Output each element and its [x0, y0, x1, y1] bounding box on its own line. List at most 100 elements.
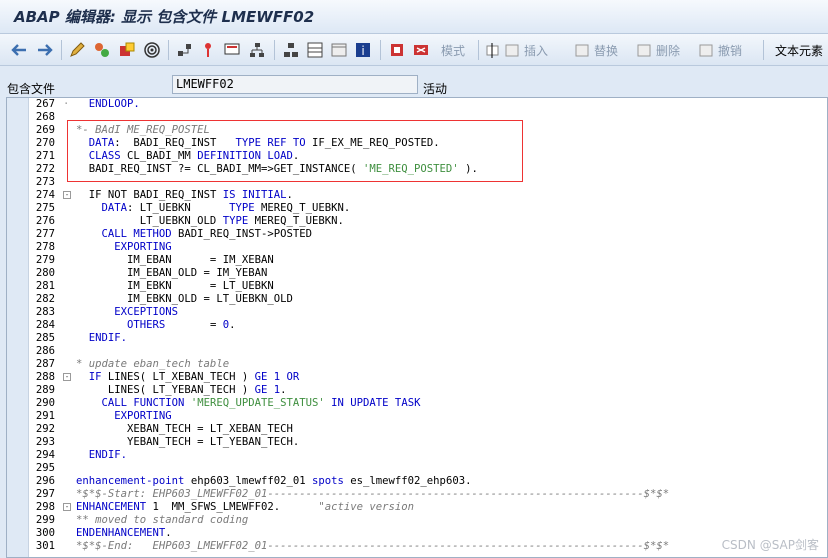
line-number: 291 — [35, 410, 55, 422]
code-line[interactable]: 282 IM_EBKN_OLD = LT_UEBKN_OLD — [29, 293, 827, 306]
code-line[interactable]: 289 LINES( LT_YEBAN_TECH ) GE 1. — [29, 384, 827, 397]
code-line[interactable]: 280 IM_EBAN_OLD = IM_YEBAN — [29, 267, 827, 280]
code-token: : LT_UEBKN — [127, 202, 230, 214]
code-token: CALL METHOD — [76, 228, 172, 240]
code-line[interactable]: 291 EXPORTING — [29, 410, 827, 423]
code-token: IS INITIAL — [222, 189, 287, 201]
code-text: ENDLOOP. — [76, 98, 140, 111]
delete-button[interactable]: 删除 — [637, 41, 680, 59]
code-line[interactable]: 299 ** moved to standard coding — [29, 514, 827, 527]
code-token: . — [165, 527, 172, 539]
code-line[interactable]: 287 * update eban_tech table — [29, 358, 827, 371]
line-number: 278 — [35, 241, 55, 253]
code-editor[interactable]: 267 · ENDLOOP. 268 269 *- BAdI ME_REQ_POSTEL… — [6, 97, 828, 558]
activate-icon[interactable] — [118, 41, 136, 59]
code-line[interactable]: 276 LT_UEBKN_OLD TYPE MEREQ_T_UEBKN. — [29, 215, 827, 228]
line-number: 269 — [35, 124, 55, 136]
insert-icon — [505, 44, 519, 56]
code-line[interactable]: 300 ENDENHANCEMENT. — [29, 527, 827, 540]
code-line[interactable]: 288- IF LINES( LT_XEBAN_TECH ) GE 1 OR — [29, 371, 827, 384]
code-line[interactable]: 286 — [29, 345, 827, 358]
layout-icon[interactable] — [306, 41, 324, 59]
line-number: 281 — [35, 280, 55, 292]
collapse-block-icon[interactable]: - — [63, 373, 71, 381]
block-guide-icon: · — [63, 98, 70, 110]
code-line[interactable]: 292 XEBAN_TECH = LT_XEBAN_TECH — [29, 423, 827, 436]
undo-icon — [699, 44, 713, 56]
code-token: EXPORTING — [76, 241, 172, 253]
code-token: ENDIF. — [76, 449, 128, 461]
edit-pencil-icon[interactable] — [68, 41, 86, 59]
code-line[interactable]: 274- IF NOT BADI_REQ_INST IS INITIAL. — [29, 189, 827, 202]
code-line[interactable]: 283 EXCEPTIONS — [29, 306, 827, 319]
code-line[interactable]: 296 enhancement-point ehp603_lmewff02_01 … — [29, 475, 827, 488]
code-line[interactable]: 267 · ENDLOOP. — [29, 98, 827, 111]
code-text: IM_EBAN_OLD = IM_YEBAN — [76, 267, 267, 280]
replace-button[interactable]: 替换 — [575, 41, 618, 59]
line-number: 284 — [35, 319, 55, 331]
display-object-icon[interactable] — [223, 41, 241, 59]
where-used-icon[interactable] — [176, 41, 194, 59]
code-token: DATA — [76, 202, 128, 214]
code-token: . — [229, 319, 236, 331]
insert-button[interactable]: 插入 — [486, 41, 548, 59]
line-number: 270 — [35, 137, 55, 149]
code-line[interactable]: 297 *$*$-Start: EHP603_LMEWFF02_01-------… — [29, 488, 827, 501]
collapse-block-icon[interactable]: - — [63, 503, 71, 511]
forward-arrow-icon[interactable] — [36, 41, 54, 59]
back-arrow-icon[interactable] — [10, 41, 28, 59]
line-number: 274 — [35, 189, 55, 201]
pattern-button[interactable]: 模式 — [441, 41, 465, 59]
include-name-field[interactable]: LMEWFF02 — [172, 75, 418, 94]
line-number: 273 — [35, 176, 55, 188]
test-target-icon[interactable] — [143, 41, 161, 59]
cut-icon[interactable] — [412, 41, 430, 59]
code-line[interactable]: 293 YEBAN_TECH = LT_YEBAN_TECH. — [29, 436, 827, 449]
code-line[interactable]: 301 *$*$-End: EHP603_LMEWFF02_01---------… — [29, 540, 827, 553]
include-field-row: 包含文件 LMEWFF02 活动 — [0, 67, 828, 99]
line-number: 279 — [35, 254, 55, 266]
code-text: IM_EBKN_OLD = LT_UEBKN_OLD — [76, 293, 293, 306]
line-number: 294 — [35, 449, 55, 461]
code-token: . — [286, 189, 293, 201]
check-syntax-icon[interactable] — [93, 41, 111, 59]
code-token: ehp603_lmewff02_01 — [184, 475, 312, 487]
code-line[interactable]: 290 CALL FUNCTION 'MEREQ_UPDATE_STATUS' … — [29, 397, 827, 410]
code-line[interactable]: 278 EXPORTING — [29, 241, 827, 254]
code-line[interactable]: 285 ENDIF. — [29, 332, 827, 345]
replace-label: 替换 — [594, 43, 619, 58]
code-token: ENHANCEMENT — [76, 501, 147, 513]
code-line[interactable]: 295 — [29, 462, 827, 475]
code-line[interactable]: 279 IM_EBAN = IM_XEBAN — [29, 254, 827, 267]
line-number: 287 — [35, 358, 55, 370]
line-number: 271 — [35, 150, 55, 162]
code-token: XEBAN_TECH = LT_XEBAN_TECH — [76, 423, 293, 435]
hierarchy-icon[interactable] — [248, 41, 266, 59]
pretty-printer-icon[interactable] — [388, 41, 406, 59]
code-token: LINES( LT_XEBAN_TECH ) — [101, 371, 255, 383]
pin-icon[interactable] — [201, 41, 215, 59]
code-text: EXPORTING — [76, 410, 171, 423]
code-line[interactable]: 281 IM_EBKN = LT_UEBKN — [29, 280, 827, 293]
code-line[interactable]: 284 OTHERS = 0. — [29, 319, 827, 332]
window-icon[interactable] — [330, 41, 348, 59]
editor-gutter — [7, 98, 29, 557]
code-token: TYPE — [229, 202, 255, 214]
code-line[interactable]: 298- ENHANCEMENT 1 MM_SFWS_LMEWFF02. "act… — [29, 501, 827, 514]
code-text: IF LINES( LT_XEBAN_TECH ) GE 1 OR — [76, 371, 300, 384]
status-text: 活动 — [423, 82, 448, 96]
code-line[interactable]: 275 DATA: LT_UEBKN TYPE MEREQ_T_UEBKN. — [29, 202, 827, 215]
collapse-block-icon[interactable]: - — [63, 191, 71, 199]
line-number: 275 — [35, 202, 55, 214]
code-token: EXCEPTIONS — [76, 306, 179, 318]
code-line[interactable]: 294 ENDIF. — [29, 449, 827, 462]
undo-button[interactable]: 撤销 — [699, 41, 742, 59]
code-line[interactable]: 277 CALL METHOD BADI_REQ_INST->POSTED — [29, 228, 827, 241]
info-icon[interactable]: i — [354, 41, 372, 59]
code-token: = — [165, 319, 223, 331]
line-number: 301 — [35, 540, 55, 552]
text-elements-button[interactable]: 文本元素 — [775, 41, 823, 59]
object-tree-icon[interactable] — [282, 41, 300, 59]
line-number: 300 — [35, 527, 55, 539]
code-token: * update eban_tech table — [76, 358, 230, 370]
